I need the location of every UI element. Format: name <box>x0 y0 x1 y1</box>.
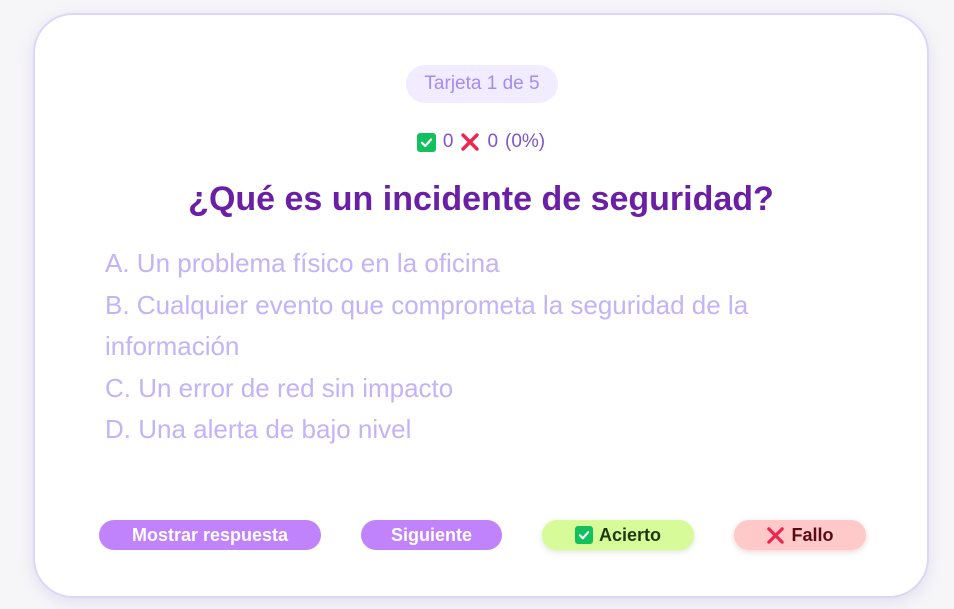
cross-icon <box>766 526 785 545</box>
hit-button[interactable]: Acierto <box>542 520 694 550</box>
flashcard: Tarjeta 1 de 5 0 0 (0%) ¿Qué es un incid… <box>33 13 929 598</box>
cross-icon <box>460 132 480 152</box>
score-summary: 0 0 (0%) <box>35 129 927 155</box>
question-text: ¿Qué es un incidente de seguridad? <box>188 180 774 218</box>
options-list: A. Un problema físico en la oficina B. C… <box>105 243 845 451</box>
check-square-icon <box>416 132 436 152</box>
next-button[interactable]: Siguiente <box>361 520 502 550</box>
option-a: A. Un problema físico en la oficina <box>105 248 500 278</box>
hit-label: Acierto <box>598 525 661 545</box>
score-percent: (0%) <box>505 131 546 152</box>
correct-count: 0 <box>442 131 454 152</box>
option-d: D. Una alerta de bajo nivel <box>105 414 412 444</box>
card-counter-badge: Tarjeta 1 de 5 <box>406 65 558 103</box>
check-square-icon <box>574 526 593 544</box>
show-answer-label: Mostrar respuesta <box>131 525 289 545</box>
next-label: Siguiente <box>390 525 472 545</box>
wrong-count: 0 <box>487 131 499 152</box>
option-c: C. Un error de red sin impacto <box>105 372 454 403</box>
miss-button[interactable]: Fallo <box>734 520 866 550</box>
show-answer-button[interactable]: Mostrar respuesta <box>99 520 321 550</box>
option-b: B. Cualquier evento que comprometa la se… <box>105 289 749 362</box>
miss-label: Fallo <box>791 525 834 545</box>
